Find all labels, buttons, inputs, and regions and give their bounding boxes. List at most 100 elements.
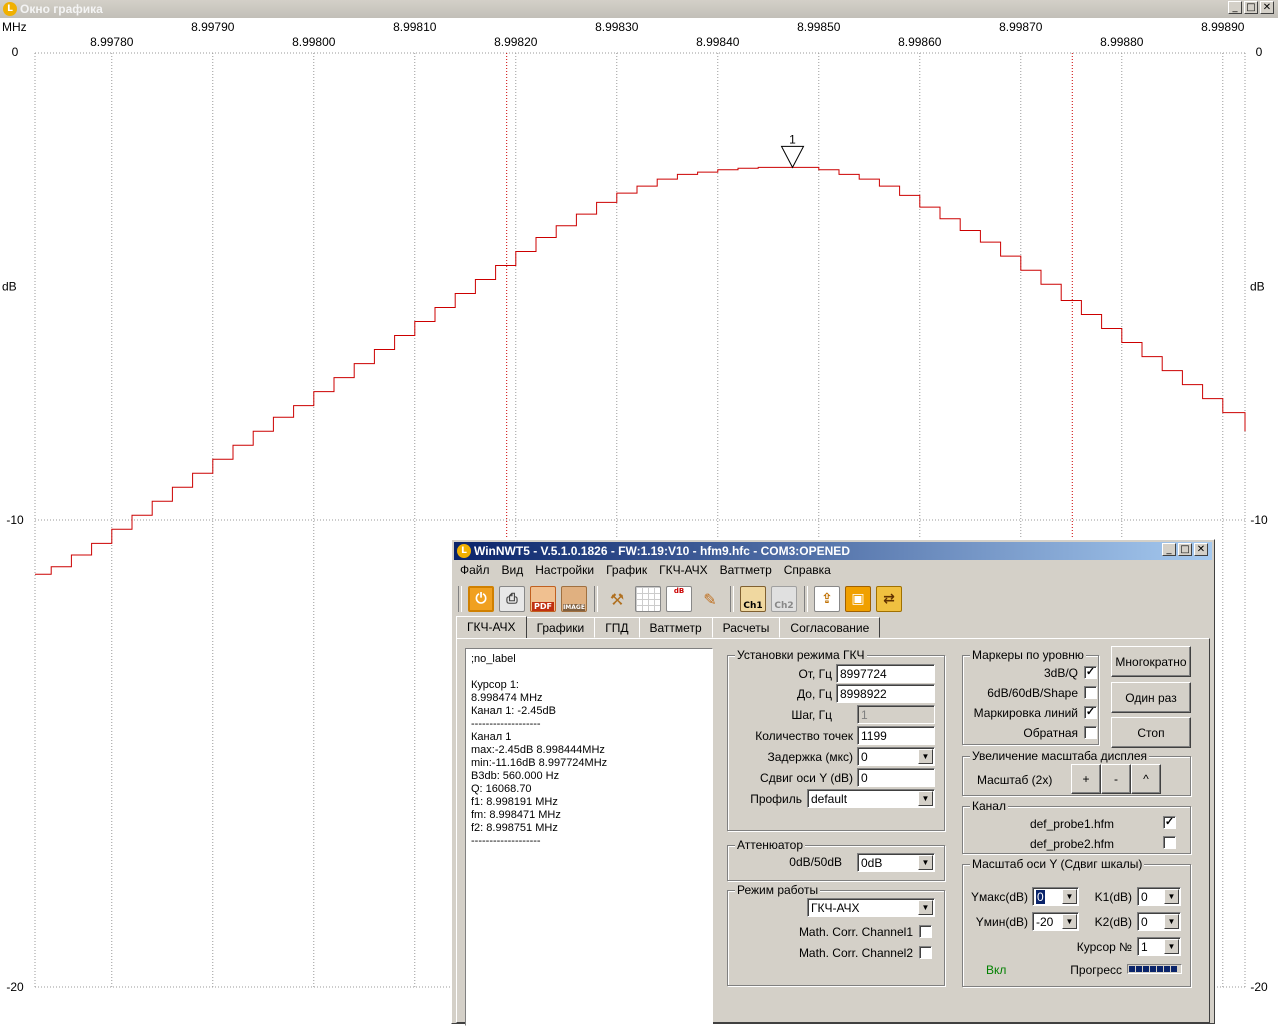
close-icon[interactable]: ✕ xyxy=(1260,1,1274,14)
chevron-down-icon[interactable]: ▼ xyxy=(918,791,933,806)
tab-calculations[interactable]: Расчеты xyxy=(711,617,781,638)
yscale-legend: Масштаб оси Y (Сдвиг шкалы) xyxy=(970,857,1145,871)
dialog-titlebar[interactable]: L WinNWT5 - V.5.1.0.1826 - FW:1.19:V10 -… xyxy=(454,542,1212,560)
swap-icon[interactable]: ⇄ xyxy=(876,586,902,612)
dialog-close-icon[interactable]: ✕ xyxy=(1194,543,1208,556)
profile-select[interactable]: default ▼ xyxy=(807,789,935,808)
mode-select[interactable]: ГКЧ-АЧХ ▼ xyxy=(807,898,935,917)
y-tick-label-left: 0 xyxy=(12,45,19,59)
dialog-maximize-icon[interactable]: □ xyxy=(1178,543,1192,556)
export-icon[interactable]: ⇪ xyxy=(814,586,840,612)
corr1-label: Math. Corr. Channel1 xyxy=(798,925,913,939)
corr2-checkbox[interactable] xyxy=(919,946,932,959)
minimize-icon[interactable]: _ xyxy=(1228,1,1242,14)
info-line: Канал 1: -2.45dB xyxy=(471,705,556,717)
tab-bar: ГКЧ-АЧХ Графики ГПД Ваттметр Расчеты Сог… xyxy=(456,616,881,639)
k2-select[interactable]: 0 ▼ xyxy=(1137,912,1181,931)
channel-1-trace xyxy=(35,166,1246,575)
to-field[interactable]: 8998922 xyxy=(836,684,935,703)
attenuator-select[interactable]: 0dB ▼ xyxy=(857,853,935,872)
single-sweep-button[interactable]: Один раз xyxy=(1111,682,1191,713)
from-field[interactable]: 8997724 xyxy=(836,664,935,683)
tab-sweep[interactable]: ГКЧ-АЧХ xyxy=(456,616,527,639)
mode-legend: Режим работы xyxy=(735,883,821,897)
menu-sweep[interactable]: ГКЧ-АЧХ xyxy=(653,561,714,581)
delay-label: Задержка (мкс) xyxy=(767,750,853,764)
attenuator-legend: Аттенюатор xyxy=(735,838,806,852)
chevron-down-icon[interactable]: ▼ xyxy=(1164,939,1179,954)
reverse-checkbox[interactable] xyxy=(1084,726,1097,739)
info-line: Q: 16068.70 xyxy=(471,783,532,795)
chevron-down-icon[interactable]: ▼ xyxy=(1164,914,1179,929)
menu-graph[interactable]: График xyxy=(600,561,653,581)
dialog-logo-icon: L xyxy=(457,544,471,558)
zoom-up-button[interactable]: ^ xyxy=(1131,764,1161,794)
from-label: От, Гц xyxy=(798,667,832,681)
graph-window-title: Окно графика xyxy=(20,2,103,16)
repeat-sweep-button[interactable]: Многократно xyxy=(1111,646,1191,677)
probe1-checkbox[interactable]: ✓ xyxy=(1163,816,1176,829)
tab-matching[interactable]: Согласование xyxy=(779,617,881,638)
tab-vfo[interactable]: ГПД xyxy=(594,617,640,638)
pdf-icon[interactable]: PDF xyxy=(530,586,556,612)
info-line: f2: 8.998751 MHz xyxy=(471,822,558,834)
menu-view[interactable]: Вид xyxy=(496,561,530,581)
graph-window-titlebar[interactable]: L Окно графика _ □ ✕ xyxy=(0,0,1278,18)
menu-file[interactable]: Файл xyxy=(454,561,496,581)
sweep-settings-legend: Установки режима ГКЧ xyxy=(735,648,867,662)
zoom-out-button[interactable]: - xyxy=(1101,764,1131,794)
info-line: 8.998474 MHz xyxy=(471,692,543,704)
x-tick-label: 8.99810 xyxy=(393,20,437,34)
grid-icon[interactable] xyxy=(635,586,661,612)
shape-checkbox[interactable] xyxy=(1084,686,1097,699)
menu-settings[interactable]: Настройки xyxy=(529,561,600,581)
print-icon[interactable]: ⎙ xyxy=(499,586,525,612)
ch1-icon[interactable]: Ch1 xyxy=(740,586,766,612)
chevron-down-icon[interactable]: ▼ xyxy=(918,900,933,915)
cursor-select[interactable]: 1 ▼ xyxy=(1137,937,1181,956)
menu-help[interactable]: Справка xyxy=(778,561,837,581)
stop-button[interactable]: Стоп xyxy=(1111,717,1191,748)
menu-wattmeter[interactable]: Ваттметр xyxy=(714,561,778,581)
info-line: ------------------- xyxy=(471,835,541,847)
chevron-down-icon[interactable]: ▼ xyxy=(1164,889,1179,904)
info-line: min:-11.16dB 8.997724MHz xyxy=(471,757,608,769)
tools-icon[interactable]: ⚒ xyxy=(604,586,630,612)
info-line: ;no_label xyxy=(471,653,516,665)
chevron-down-icon[interactable]: ▼ xyxy=(918,749,933,764)
progress-bar xyxy=(1127,964,1182,974)
x-tick-label: 8.99870 xyxy=(999,20,1043,34)
chevron-down-icon[interactable]: ▼ xyxy=(918,855,933,870)
measurement-info-box[interactable]: ;no_label Курсор 1: 8.998474 MHz Канал 1: … xyxy=(465,648,713,1026)
chevron-down-icon[interactable]: ▼ xyxy=(1062,889,1077,904)
on-status-label: Вкл xyxy=(986,963,1007,977)
linemark-checkbox[interactable]: ✓ xyxy=(1084,706,1097,719)
shape-label: 6dB/60dB/Shape xyxy=(987,686,1078,700)
tab-wattmeter[interactable]: Ваттметр xyxy=(638,617,713,638)
dialog-minimize-icon[interactable]: _ xyxy=(1162,543,1176,556)
ch2-icon[interactable]: Ch2 xyxy=(771,586,797,612)
wrench-icon[interactable]: ✎ xyxy=(697,586,723,612)
k2-label: K2(dB) xyxy=(1094,915,1132,929)
ymin-select[interactable]: -20 ▼ xyxy=(1032,912,1079,931)
maximize-icon[interactable]: □ xyxy=(1244,1,1258,14)
image-icon[interactable]: IMAGE xyxy=(561,586,587,612)
db-graph-icon[interactable]: dB xyxy=(666,586,692,612)
x-tick-label: 8.99890 xyxy=(1201,20,1245,34)
power-icon[interactable]: ⏻ xyxy=(468,586,494,612)
winnwt-dialog[interactable]: L WinNWT5 - V.5.1.0.1826 - FW:1.19:V10 -… xyxy=(451,539,1215,1026)
chevron-down-icon[interactable]: ▼ xyxy=(1062,914,1077,929)
save-icon[interactable]: ▣ xyxy=(845,586,871,612)
corr1-checkbox[interactable] xyxy=(919,925,932,938)
probe2-checkbox[interactable] xyxy=(1163,836,1176,849)
zoom-in-button[interactable]: + xyxy=(1071,764,1101,794)
q3db-checkbox[interactable]: ✓ xyxy=(1084,666,1097,679)
tab-graphs[interactable]: Графики xyxy=(525,617,596,638)
points-field[interactable]: 1199 xyxy=(857,726,935,745)
app-logo-icon: L xyxy=(3,2,17,16)
delay-select[interactable]: 0 ▼ xyxy=(857,747,935,766)
ymax-select[interactable]: 0 ▼ xyxy=(1032,887,1079,906)
k1-select[interactable]: 0 ▼ xyxy=(1137,887,1181,906)
yshift-field[interactable]: 0 xyxy=(857,768,935,787)
info-line: ------------------- xyxy=(471,718,541,730)
